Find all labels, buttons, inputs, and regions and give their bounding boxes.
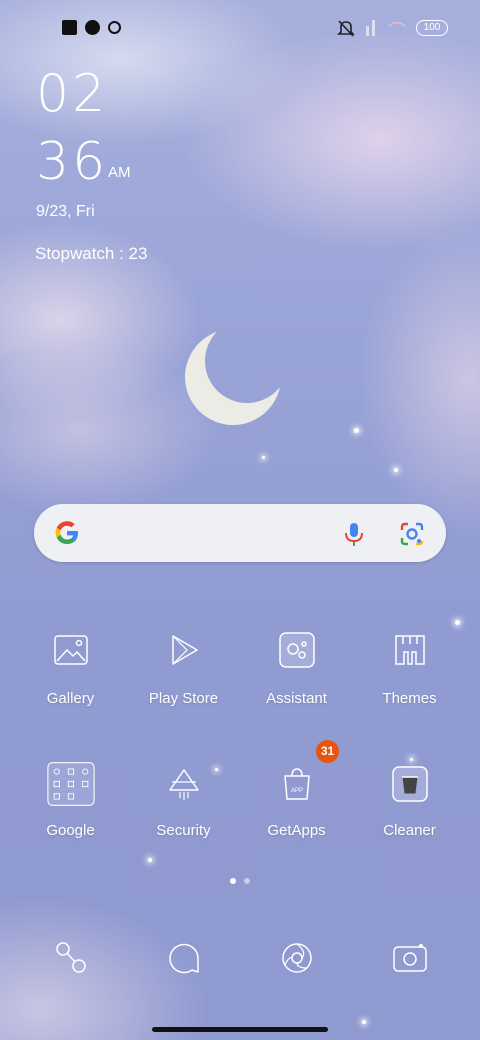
clock-minute[interactable]: 36 — [36, 132, 108, 192]
lock-notification-icon — [108, 21, 121, 34]
assistant-icon — [278, 632, 315, 668]
star-decoration — [148, 858, 152, 862]
gallery-icon — [53, 635, 88, 665]
wifi-icon — [388, 21, 406, 27]
google-folder-icon — [46, 762, 95, 806]
google-g-icon — [55, 521, 78, 544]
browser-icon[interactable] — [277, 938, 317, 978]
app-assistant[interactable]: Assistant — [240, 626, 353, 707]
getapps-icon: APP — [283, 768, 310, 800]
star-decoration — [455, 620, 460, 625]
app-label: Themes — [382, 690, 437, 707]
app-label: Play Store — [148, 690, 219, 707]
security-icon — [168, 769, 199, 800]
app-label: Gallery — [46, 690, 95, 707]
app-label: GetApps — [267, 822, 326, 839]
app-security[interactable]: Security — [127, 760, 240, 839]
clock-ampm: AM — [108, 164, 131, 181]
star-decoration — [394, 468, 398, 472]
system-icons: 100 — [336, 19, 448, 37]
app-label: Assistant — [266, 690, 327, 707]
app-label: Security — [156, 822, 211, 839]
app-label: Cleaner — [383, 822, 436, 839]
app-notification-icon — [85, 20, 100, 35]
camera-icon[interactable] — [390, 938, 430, 978]
gesture-home-bar[interactable] — [152, 1027, 328, 1032]
signal-icon — [366, 20, 375, 36]
svg-text:APP: APP — [290, 788, 302, 794]
app-themes[interactable]: Themes — [353, 626, 466, 707]
battery-indicator: 100 — [416, 20, 448, 36]
date-text[interactable]: 9/23, Fri — [36, 203, 95, 221]
star-decoration — [354, 428, 359, 433]
square-notification-icon — [62, 20, 77, 35]
phone-icon[interactable] — [51, 938, 91, 978]
notification-badge: 31 — [316, 740, 339, 763]
clock-hour[interactable]: 02 — [36, 64, 108, 124]
star-decoration — [262, 456, 265, 459]
page-dot — [244, 878, 250, 884]
app-gallery[interactable]: Gallery — [14, 626, 127, 707]
mic-icon[interactable] — [340, 520, 368, 548]
page-dot-active — [230, 878, 236, 884]
google-search-bar[interactable] — [34, 504, 446, 562]
messages-icon[interactable] — [164, 938, 204, 978]
star-decoration — [362, 1020, 366, 1024]
stopwatch-text[interactable]: Stopwatch : 23 — [35, 244, 147, 264]
notification-icons — [62, 20, 121, 35]
app-label: Google — [46, 822, 95, 839]
status-bar: 100 — [0, 16, 480, 40]
google-lens-icon[interactable] — [398, 520, 426, 548]
moon-decoration — [185, 329, 281, 425]
play-store-icon — [171, 635, 198, 665]
cleaner-icon — [391, 766, 428, 802]
app-cleaner[interactable]: Cleaner — [353, 760, 466, 839]
themes-icon — [394, 635, 425, 665]
app-getapps[interactable]: APP 31 GetApps — [240, 740, 353, 839]
page-indicator[interactable] — [0, 878, 480, 884]
app-google-folder[interactable]: Google — [14, 760, 127, 839]
mute-icon — [337, 20, 355, 37]
app-play-store[interactable]: Play Store — [127, 626, 240, 707]
